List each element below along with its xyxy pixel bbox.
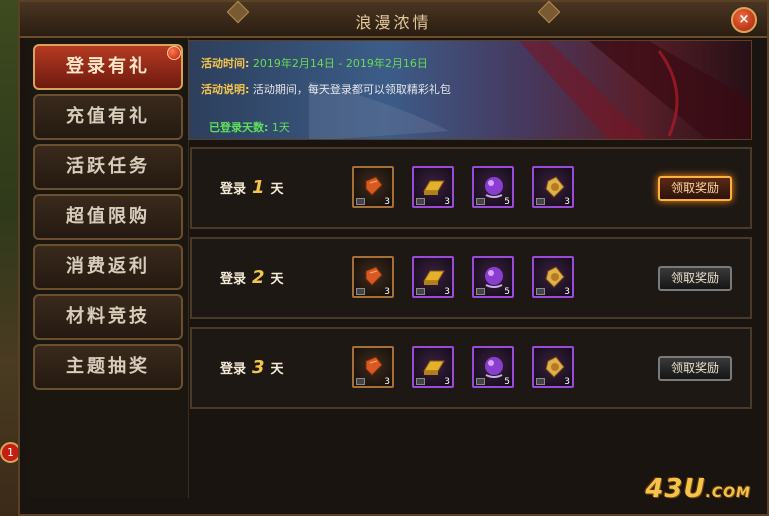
row-label-prefix: 登录 — [220, 272, 247, 287]
event-time-value: 2019年2月14日 - 2019年2月16日 — [252, 57, 428, 70]
row-label-suffix: 天 — [270, 362, 284, 377]
gold-token-icon — [545, 176, 565, 198]
event-description-value: 活动期间，每天登录都可以领取精彩礼包 — [252, 83, 451, 96]
claim-reward-button[interactable]: 领取奖励 — [658, 356, 732, 381]
bind-lock-icon — [416, 378, 425, 385]
bind-lock-icon — [476, 378, 485, 385]
sidebar-item-theme-lottery[interactable]: 主题抽奖 — [33, 344, 183, 390]
item-count: 3 — [384, 197, 390, 207]
event-description-label: 活动说明: — [201, 83, 250, 96]
sidebar-item-label: 登录有礼 — [66, 56, 150, 77]
login-days-label: 已登录天数: — [209, 121, 269, 134]
gold-bar-icon — [423, 180, 445, 195]
row-label: 登录 1 天 — [220, 177, 284, 198]
bind-lock-icon — [536, 378, 545, 385]
reward-item[interactable]: 3 — [532, 346, 574, 388]
bind-lock-icon — [416, 288, 425, 295]
row-label-suffix: 天 — [270, 272, 284, 287]
logo-main: 43U — [645, 474, 706, 504]
reward-item[interactable]: 3 — [412, 346, 454, 388]
reward-item[interactable]: 3 — [412, 256, 454, 298]
reward-row-day-2: 登录 2 天 3 3 5 3 领取奖励 — [190, 237, 752, 319]
event-banner: 活动时间: 2019年2月14日 - 2019年2月16日 活动说明: 活动期间… — [188, 40, 752, 140]
purple-orb-icon — [485, 267, 503, 288]
gold-bar-icon — [423, 270, 445, 285]
item-count: 5 — [504, 287, 510, 297]
row-day-number: 3 — [252, 357, 265, 378]
row-day-number: 2 — [252, 267, 265, 288]
sidebar-item-label: 超值限购 — [66, 206, 150, 227]
bind-lock-icon — [416, 198, 425, 205]
bind-lock-icon — [536, 198, 545, 205]
gold-token-icon — [545, 356, 565, 378]
item-count: 3 — [564, 197, 570, 207]
item-count: 3 — [564, 287, 570, 297]
sidebar-item-recharge-gift[interactable]: 充值有礼 — [33, 94, 183, 140]
site-logo: 43U.COM — [645, 474, 751, 504]
sidebar-item-limited-purchase[interactable]: 超值限购 — [33, 194, 183, 240]
purple-orb-icon — [485, 177, 503, 198]
reward-row-day-3: 登录 3 天 3 3 5 3 领取奖励 — [190, 327, 752, 409]
row-label-prefix: 登录 — [220, 362, 247, 377]
login-days: 已登录天数: 1天 — [209, 119, 290, 135]
close-button[interactable]: × — [731, 7, 757, 33]
sidebar-item-material-contest[interactable]: 材料竞技 — [33, 294, 183, 340]
sidebar-item-label: 主题抽奖 — [66, 356, 150, 377]
bind-lock-icon — [356, 378, 365, 385]
sidebar-item-label: 活跃任务 — [66, 156, 150, 177]
window-titlebar: 浪漫浓情 × — [20, 0, 767, 38]
reward-item[interactable]: 3 — [532, 166, 574, 208]
window-title: 浪漫浓情 — [355, 13, 432, 32]
red-dot-icon — [167, 46, 181, 60]
claim-reward-button[interactable]: 领取奖励 — [658, 176, 732, 201]
bind-lock-icon — [536, 288, 545, 295]
sidebar-item-label: 材料竞技 — [66, 306, 150, 327]
item-count: 3 — [384, 287, 390, 297]
gold-token-icon — [545, 266, 565, 288]
row-label-suffix: 天 — [270, 182, 284, 197]
purple-orb-icon — [485, 357, 503, 378]
sidebar: 登录有礼 充值有礼 活跃任务 超值限购 消费返利 材料竞技 主题抽奖 — [28, 38, 189, 498]
gold-bar-icon — [423, 360, 445, 375]
item-count: 5 — [504, 197, 510, 207]
event-time: 活动时间: 2019年2月14日 - 2019年2月16日 — [201, 55, 428, 71]
bind-lock-icon — [476, 288, 485, 295]
logo-suffix: .COM — [705, 485, 751, 501]
item-count: 3 — [444, 377, 450, 387]
sidebar-item-label: 充值有礼 — [66, 106, 150, 127]
row-label: 登录 3 天 — [220, 357, 284, 378]
reward-item[interactable]: 5 — [472, 256, 514, 298]
bind-lock-icon — [356, 288, 365, 295]
red-book-icon — [365, 266, 383, 286]
reward-item[interactable]: 5 — [472, 346, 514, 388]
row-label: 登录 2 天 — [220, 267, 284, 288]
claim-reward-button[interactable]: 领取奖励 — [658, 266, 732, 291]
row-day-number: 1 — [252, 177, 265, 198]
red-book-icon — [365, 176, 383, 196]
sidebar-item-spend-rebate[interactable]: 消费返利 — [33, 244, 183, 290]
item-count: 3 — [444, 287, 450, 297]
event-description: 活动说明: 活动期间，每天登录都可以领取精彩礼包 — [201, 81, 451, 97]
bind-lock-icon — [476, 198, 485, 205]
sidebar-item-login-gift[interactable]: 登录有礼 — [33, 44, 183, 90]
reward-item[interactable]: 5 — [472, 166, 514, 208]
row-label-prefix: 登录 — [220, 182, 247, 197]
item-count: 3 — [384, 377, 390, 387]
bind-lock-icon — [356, 198, 365, 205]
event-window: 浪漫浓情 × 登录有礼 充值有礼 活跃任务 超值限购 消费返利 材料竞技 主题抽… — [18, 0, 769, 516]
reward-item[interactable]: 3 — [532, 256, 574, 298]
item-count: 3 — [564, 377, 570, 387]
reward-item[interactable]: 3 — [412, 166, 454, 208]
item-count: 3 — [444, 197, 450, 207]
event-time-label: 活动时间: — [201, 57, 250, 70]
item-count: 5 — [504, 377, 510, 387]
reward-item[interactable]: 3 — [352, 256, 394, 298]
reward-item[interactable]: 3 — [352, 346, 394, 388]
reward-row-day-1: 登录 1 天 3 3 5 3 领取奖励 — [190, 147, 752, 229]
sidebar-item-label: 消费返利 — [66, 256, 150, 277]
login-days-value: 1天 — [271, 121, 290, 134]
sidebar-item-activity-task[interactable]: 活跃任务 — [33, 144, 183, 190]
reward-item[interactable]: 3 — [352, 166, 394, 208]
red-book-icon — [365, 356, 383, 376]
